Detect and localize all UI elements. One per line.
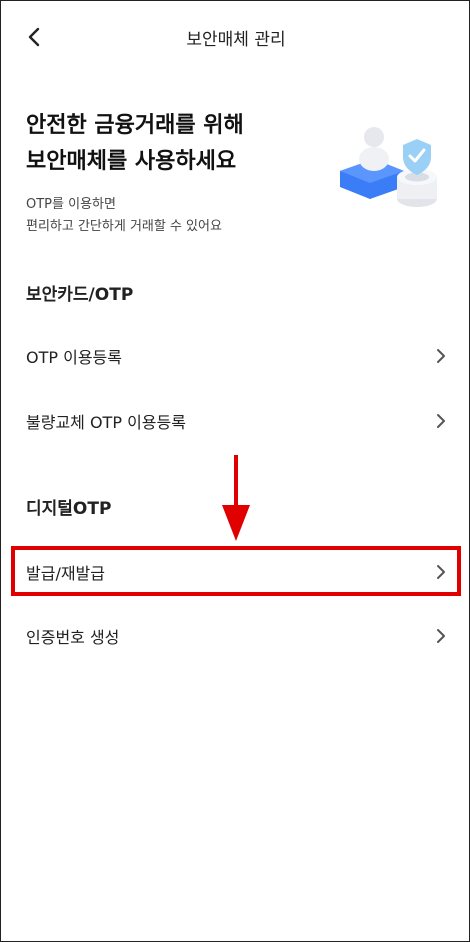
menu-item-otp-register[interactable]: OTP 이용등록 <box>1 328 470 384</box>
page-title: 보안매체 관리 <box>186 30 286 50</box>
menu-item-label: 불량교체 OTP 이용등록 <box>26 413 186 432</box>
menu-item-generate-auth-code[interactable]: 인증번호 생성 <box>1 608 470 664</box>
header: 보안매체 관리 <box>1 1 470 73</box>
section-digital-otp: 디지털OTP <box>26 499 112 519</box>
annotation-arrow <box>222 455 250 541</box>
hero-title: 안전한 금융거래를 위해 보안매체를 사용하세요 <box>26 108 244 180</box>
chevron-right-icon <box>437 414 445 428</box>
menu-item-label: 인증번호 생성 <box>26 628 120 647</box>
hero-title-line1: 안전한 금융거래를 위해 <box>26 113 244 138</box>
section-security-card: 보안카드/OTP <box>26 285 134 305</box>
chevron-right-icon <box>437 629 445 643</box>
menu-item-label: OTP 이용등록 <box>26 348 122 367</box>
hero-subtitle-line1: OTP를 이용하면 <box>26 197 116 212</box>
shield-illustration <box>340 127 437 207</box>
hero-title-line2: 보안매체를 사용하세요 <box>26 149 237 174</box>
chevron-right-icon <box>437 349 445 363</box>
screen-frame: 보안매체 관리 안전한 금융거래를 위해 보안매체를 사용하세요 OTP를 이용… <box>0 0 470 942</box>
menu-item-defective-otp-register[interactable]: 불량교체 OTP 이용등록 <box>1 393 470 449</box>
highlight-box <box>11 546 461 596</box>
hero-subtitle-line2: 편리하고 간단하게 거래할 수 있어요 <box>26 219 222 234</box>
hero-subtitle: OTP를 이용하면 편리하고 간단하게 거래할 수 있어요 <box>26 194 222 238</box>
